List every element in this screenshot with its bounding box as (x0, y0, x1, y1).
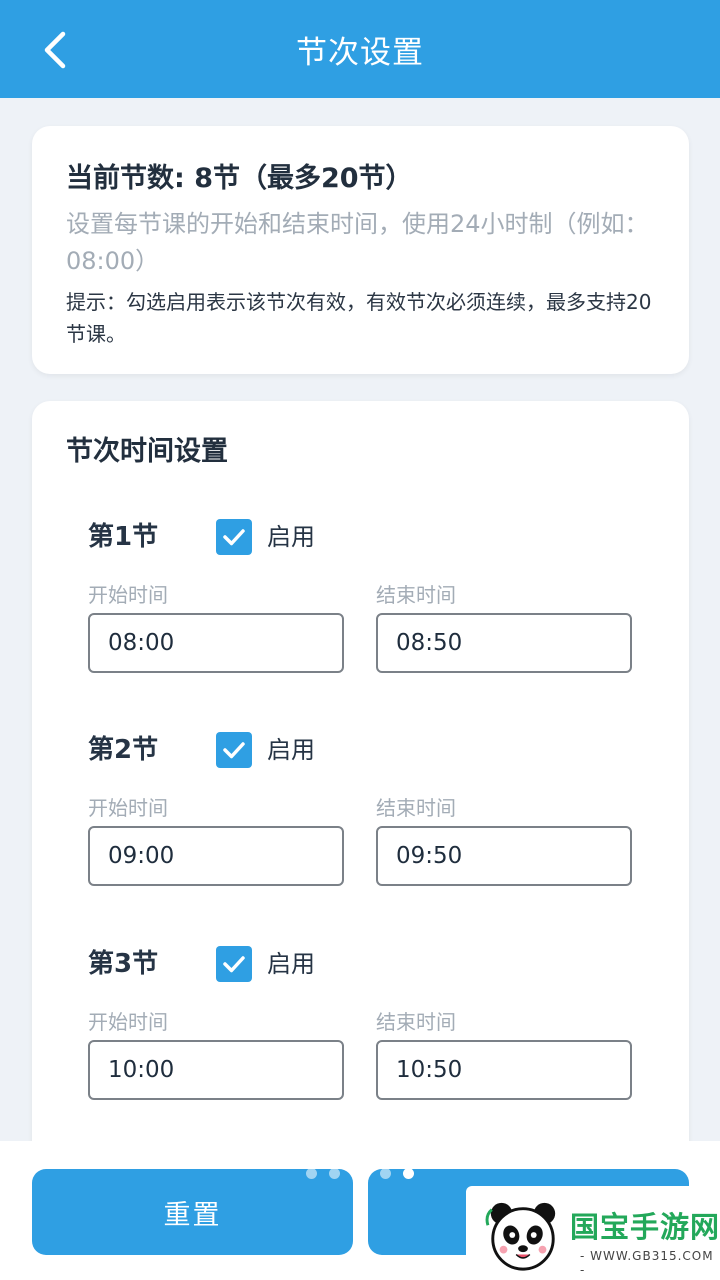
end-time-label: 结束时间 (376, 1010, 456, 1034)
enable-label: 启用 (267, 523, 315, 551)
check-icon (223, 742, 245, 759)
enable-checkbox[interactable] (216, 519, 252, 555)
period-row: 第2节 启用 开始时间 结束时间 (32, 728, 689, 908)
period-name: 第1节 (88, 522, 159, 552)
app-header: 节次设置 (0, 0, 720, 98)
watermark-site: - WWW.GB315.COM - (580, 1249, 714, 1277)
enable-label: 启用 (267, 950, 315, 978)
period-row: 第1节 启用 开始时间 结束时间 (32, 515, 689, 695)
reset-button[interactable]: 重置 (32, 1169, 353, 1255)
enable-checkbox[interactable] (216, 732, 252, 768)
usage-tip: 提示：勾选启用表示该节次有效，有效节次必须连续，最多支持20节课。 (66, 290, 652, 346)
enable-label: 启用 (267, 736, 315, 764)
start-time-label: 开始时间 (88, 1010, 168, 1034)
indicator-dot (403, 1168, 414, 1179)
check-icon (223, 956, 245, 973)
period-row: 第3节 启用 开始时间 结束时间 (32, 942, 689, 1122)
check-icon (223, 529, 245, 546)
watermark-brand: 国宝手游网 (570, 1210, 720, 1244)
start-time-input[interactable] (88, 826, 344, 886)
page-indicator (380, 1168, 414, 1179)
page-title: 节次设置 (296, 34, 424, 71)
page-indicator (306, 1168, 340, 1179)
site-watermark: 国宝手游网 - WWW.GB315.COM - (466, 1186, 720, 1280)
end-time-input[interactable] (376, 1040, 632, 1100)
end-time-label: 结束时间 (376, 583, 456, 607)
start-time-input[interactable] (88, 1040, 344, 1100)
period-count: 当前节数: 8节（最多20节） (66, 163, 413, 194)
start-time-label: 开始时间 (88, 583, 168, 607)
panda-logo-icon (485, 1202, 556, 1271)
periods-card: 节次时间设置 第1节 启用 开始时间 结束时间 第2节 启用 开始时间 结束时间… (32, 401, 689, 1161)
time-format-description: 设置每节课的开始和结束时间，使用24小时制（例如：08:00） (66, 210, 649, 275)
chevron-left-icon (44, 31, 66, 69)
section-title: 节次时间设置 (66, 436, 228, 467)
enable-checkbox[interactable] (216, 946, 252, 982)
start-time-input[interactable] (88, 613, 344, 673)
period-name: 第2节 (88, 735, 159, 765)
end-time-input[interactable] (376, 826, 632, 886)
end-time-label: 结束时间 (376, 796, 456, 820)
back-button[interactable] (28, 22, 80, 78)
info-card: 当前节数: 8节（最多20节） 设置每节课的开始和结束时间，使用24小时制（例如… (32, 126, 689, 374)
end-time-input[interactable] (376, 613, 632, 673)
start-time-label: 开始时间 (88, 796, 168, 820)
indicator-dot (329, 1168, 340, 1179)
indicator-dot (306, 1168, 317, 1179)
period-name: 第3节 (88, 949, 159, 979)
indicator-dot (380, 1168, 391, 1179)
